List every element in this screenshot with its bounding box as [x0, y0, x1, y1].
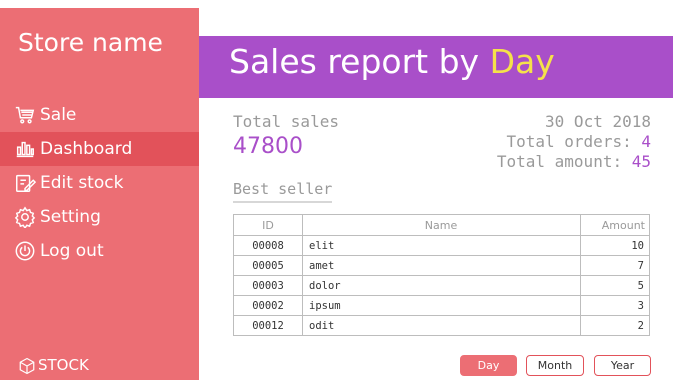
stock-logo-text: STOCK	[38, 356, 89, 374]
sidebar-top-strip	[0, 0, 199, 8]
cell-id: 00003	[233, 275, 303, 296]
total-orders-value: 4	[641, 132, 651, 151]
sidebar-item-log-out[interactable]: Log out	[0, 234, 199, 268]
box-icon	[19, 357, 35, 374]
total-amount-label: Total amount:	[496, 152, 623, 171]
title-period: Day	[489, 42, 555, 81]
table-header-row: ID Name Amount	[233, 214, 650, 236]
total-orders: Total orders: 4	[497, 132, 651, 152]
best-seller-title: Best seller	[233, 180, 333, 203]
cell-amount: 3	[580, 295, 650, 316]
cell-id: 00008	[233, 235, 303, 256]
stock-logo: STOCK	[18, 356, 89, 375]
title-prefix: Sales report by	[229, 42, 490, 81]
year-button[interactable]: Year	[594, 355, 651, 376]
column-header-id: ID	[233, 214, 303, 236]
column-header-amount: Amount	[580, 214, 650, 236]
page-title: Sales report by Day	[229, 42, 555, 81]
cell-amount: 2	[580, 315, 650, 336]
sidebar-item-sale[interactable]: Sale	[0, 98, 199, 132]
sidebar-item-label: Log out	[40, 241, 104, 261]
cell-name: ipsum	[302, 295, 581, 316]
best-seller-table: ID Name Amount 00008 elit 10 00005 amet …	[233, 214, 650, 336]
cell-name: odit	[302, 315, 581, 336]
cell-id: 00012	[233, 315, 303, 336]
cell-amount: 7	[580, 255, 650, 276]
cell-amount: 5	[580, 275, 650, 296]
cell-name: dolor	[302, 275, 581, 296]
cell-name: elit	[302, 235, 581, 256]
table-row: 00005 amet 7	[233, 255, 650, 276]
table-row: 00012 odit 2	[233, 315, 650, 336]
month-button[interactable]: Month	[526, 355, 584, 376]
cell-amount: 10	[580, 235, 650, 256]
gear-icon	[14, 206, 36, 230]
total-amount-value: 45	[631, 152, 651, 171]
sidebar-item-edit-stock[interactable]: Edit stock	[0, 166, 199, 200]
cell-name: amet	[302, 255, 581, 276]
column-header-name: Name	[302, 214, 581, 236]
sidebar-item-setting[interactable]: Setting	[0, 200, 199, 234]
sidebar-item-label: Setting	[40, 207, 101, 227]
report-summary: 30 Oct 2018 Total orders: 4 Total amount…	[497, 112, 651, 172]
total-amount: Total amount: 45	[497, 152, 651, 172]
report-header: Sales report by Day	[199, 36, 673, 98]
day-button[interactable]: Day	[460, 355, 517, 376]
total-sales-value: 47800	[233, 134, 303, 159]
sidebar-item-label: Dashboard	[40, 139, 133, 159]
bar-chart-icon	[14, 138, 36, 160]
cell-id: 00002	[233, 295, 303, 316]
total-sales-label: Total sales	[233, 112, 339, 131]
total-orders-label: Total orders:	[506, 132, 632, 151]
table-row: 00008 elit 10	[233, 235, 650, 256]
power-icon	[14, 240, 36, 262]
sidebar-item-dashboard[interactable]: Dashboard	[0, 132, 199, 166]
store-name: Store name	[18, 28, 163, 57]
report-date: 30 Oct 2018	[545, 112, 651, 131]
sidebar-item-label: Edit stock	[40, 173, 124, 193]
sidebar-nav: Sale Dashboard Edit stock Setting Log ou…	[0, 98, 199, 268]
cart-icon	[14, 104, 36, 126]
sidebar: Store name Sale Dashboard Edit stock Set…	[0, 0, 199, 380]
table-row: 00002 ipsum 3	[233, 295, 650, 316]
table-row: 00003 dolor 5	[233, 275, 650, 296]
edit-icon	[14, 172, 37, 194]
cell-id: 00005	[233, 255, 303, 276]
sidebar-item-label: Sale	[40, 105, 77, 125]
